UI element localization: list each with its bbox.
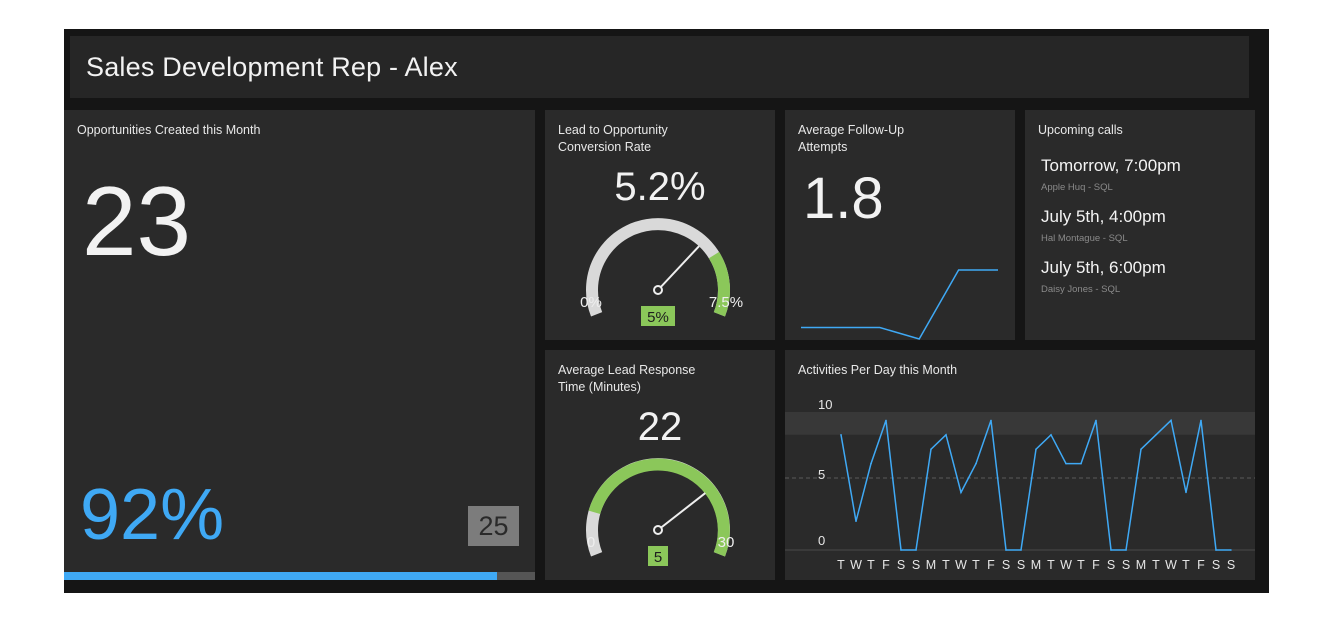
- call-2-time: July 5th, 4:00pm: [1041, 207, 1166, 226]
- x-tick-label: W: [850, 558, 862, 572]
- gauge-needle: [657, 245, 700, 291]
- x-tick-label: W: [1165, 558, 1177, 572]
- data-point: [1170, 419, 1172, 422]
- gauge-target-label: 5%: [647, 309, 669, 326]
- response-gauge: 0 30 5: [586, 458, 735, 566]
- call-3-contact: Daisy Jones - SQL: [1041, 284, 1121, 295]
- data-point: [1230, 549, 1232, 551]
- x-tick-label: F: [1197, 558, 1205, 572]
- data-point: [960, 491, 962, 494]
- dashboard: Sales Development Rep - Alex Opportuniti…: [64, 29, 1269, 593]
- opportunities-count: 23: [82, 166, 192, 276]
- gauge-max-label: 30: [718, 534, 735, 551]
- data-point: [1140, 448, 1142, 450]
- x-tick-label: S: [1212, 558, 1220, 572]
- opportunities-percent: 92%: [80, 475, 225, 555]
- gauge-track: [586, 218, 730, 317]
- x-tick-label: F: [882, 558, 890, 572]
- x-tick-label: T: [1182, 558, 1190, 572]
- gauge-target-label: 5: [654, 549, 662, 566]
- conversion-tile[interactable]: Lead to Opportunity Conversion Rate 5.2%…: [545, 110, 775, 340]
- x-tick-label: M: [926, 558, 936, 572]
- y-tick-label: 5: [818, 467, 825, 482]
- gauge-min-label: 0%: [580, 294, 602, 311]
- x-tick-label: T: [1047, 558, 1055, 572]
- call-1-time: Tomorrow, 7:00pm: [1041, 156, 1181, 175]
- progress-fill: [64, 572, 498, 580]
- x-tick-label: W: [955, 558, 967, 572]
- data-point: [1110, 549, 1112, 551]
- x-tick-label: S: [1002, 558, 1010, 572]
- data-point: [1185, 491, 1187, 494]
- data-point: [1080, 462, 1082, 465]
- calls-title: Upcoming calls: [1038, 123, 1123, 137]
- data-point: [885, 419, 887, 422]
- progress-track: [64, 572, 535, 580]
- gauge-hub: [653, 525, 663, 535]
- data-point: [1065, 462, 1067, 465]
- data-point: [990, 419, 992, 422]
- gauge-max-label: 7.5%: [709, 294, 743, 311]
- call-1-contact: Apple Huq - SQL: [1041, 182, 1113, 193]
- x-tick-label: T: [867, 558, 875, 572]
- gauge-green-band: [588, 458, 730, 557]
- followup-sparkline: [801, 269, 998, 340]
- data-point: [1095, 419, 1097, 422]
- x-tick-label: M: [1031, 558, 1041, 572]
- dashboard-header: Sales Development Rep - Alex: [70, 36, 1249, 98]
- data-point: [1200, 419, 1202, 422]
- sparkline-line: [801, 269, 998, 340]
- opportunities-title: Opportunities Created this Month: [77, 123, 261, 137]
- gauge-hub: [653, 285, 663, 295]
- activities-chart-tile[interactable]: Activities Per Day this Month 10 5 0 T W T F S S…: [785, 350, 1255, 580]
- target-badge: 25: [468, 506, 519, 546]
- response-time-tile[interactable]: Average Lead Response Time (Minutes) 22 …: [545, 350, 775, 580]
- x-tick-label: F: [987, 558, 995, 572]
- x-tick-label: S: [1227, 558, 1235, 572]
- data-point: [840, 434, 842, 436]
- data-point: [1005, 549, 1007, 551]
- call-2-contact: Hal Montague - SQL: [1041, 233, 1128, 244]
- y-tick-label: 0: [818, 533, 825, 548]
- x-tick-label: F: [1092, 558, 1100, 572]
- data-point: [1125, 549, 1127, 551]
- x-tick-label: T: [1152, 558, 1160, 572]
- data-point: [1050, 434, 1052, 436]
- upcoming-calls-tile[interactable]: Upcoming calls Tomorrow, 7:00pm Apple Hu…: [1025, 110, 1255, 340]
- target-band: [785, 412, 1255, 435]
- y-tick-label: 10: [818, 397, 832, 412]
- x-tick-label: T: [837, 558, 845, 572]
- x-tick-label: S: [912, 558, 920, 572]
- series-line: [840, 418, 1231, 551]
- opportunities-tile[interactable]: Opportunities Created this Month 23 92% …: [64, 110, 535, 580]
- data-point: [1020, 549, 1022, 551]
- x-tick-label: W: [1060, 558, 1072, 572]
- gauge-min-label: 0: [587, 534, 595, 551]
- data-point: [1035, 448, 1037, 450]
- conversion-gauge: 0% 7.5% 5%: [580, 218, 743, 326]
- data-point: [915, 549, 917, 551]
- data-point: [930, 448, 932, 450]
- gauge-needle: [657, 492, 706, 531]
- dashboard-title: Sales Development Rep - Alex: [86, 52, 458, 82]
- x-tick-label: T: [942, 558, 950, 572]
- x-tick-label: S: [1122, 558, 1130, 572]
- x-tick-label: T: [1077, 558, 1085, 572]
- data-point: [855, 520, 857, 522]
- activities-line-chart: 1050T W T F S S M T W T F S S M T W T F S S M T W T F S S: [785, 397, 1255, 572]
- data-point: [975, 462, 977, 465]
- data-point: [1215, 549, 1217, 551]
- x-tick-label: S: [1017, 558, 1025, 572]
- data-point: [1155, 434, 1157, 436]
- followup-tile[interactable]: Average Follow-Up Attempts 1.8: [785, 110, 1015, 340]
- x-tick-label: S: [1107, 558, 1115, 572]
- x-tick-label: S: [897, 558, 905, 572]
- x-tick-label: T: [972, 558, 980, 572]
- data-point: [900, 549, 902, 551]
- data-point: [870, 462, 872, 465]
- call-3-time: July 5th, 6:00pm: [1041, 258, 1166, 277]
- x-tick-label: M: [1136, 558, 1146, 572]
- data-point: [945, 434, 947, 436]
